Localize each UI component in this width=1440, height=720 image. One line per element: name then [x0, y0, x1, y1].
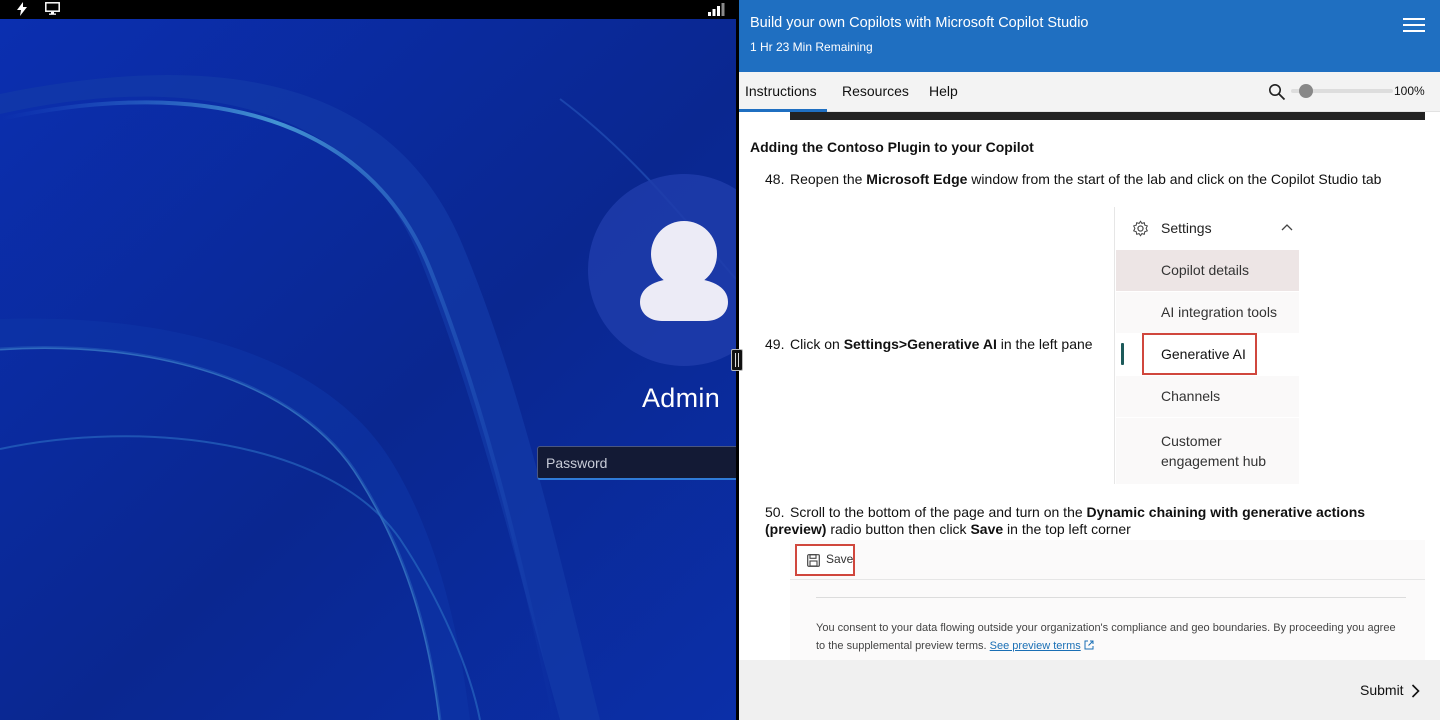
settings-panel-screenshot: Settings Copilot details AI integration …	[1114, 207, 1299, 484]
search-icon[interactable]	[1268, 83, 1286, 101]
step-50: 50. Scroll to the bottom of the page and …	[765, 504, 1366, 537]
settings-item-channels: Channels	[1116, 376, 1299, 417]
lab-title: Build your own Copilots with Microsoft C…	[750, 15, 1089, 31]
chevron-up-icon	[1281, 224, 1293, 231]
instructions-content[interactable]: Adding the Contoso Plugin to your Copilo…	[739, 112, 1440, 660]
divider	[790, 579, 1425, 580]
highlight-box	[1142, 333, 1257, 375]
hamburger-menu-icon[interactable]	[1403, 18, 1425, 36]
step-48: 48. Reopen the Microsoft Edge window from…	[765, 171, 1382, 187]
splitter-handle[interactable]	[731, 349, 743, 371]
lab-header: Build your own Copilots with Microsoft C…	[739, 0, 1440, 72]
settings-header: Settings	[1161, 220, 1212, 236]
divider	[816, 597, 1406, 598]
submit-button[interactable]: Submit	[1360, 682, 1404, 698]
monitor-icon[interactable]	[45, 2, 60, 15]
step-49: 49. Click on Settings>Generative AI in th…	[765, 336, 1093, 352]
chevron-right-icon[interactable]	[1411, 684, 1420, 698]
selected-indicator	[1121, 343, 1124, 365]
settings-item-customer-engagement-hub: Customer engagement hub	[1116, 418, 1299, 484]
lab-footer: Submit	[739, 660, 1440, 720]
lock-screen-wallpaper	[0, 19, 736, 720]
power-icon[interactable]	[16, 2, 28, 16]
settings-item-copilot-details: Copilot details	[1116, 250, 1299, 291]
settings-item-ai-integration-tools: AI integration tools	[1116, 292, 1299, 333]
lab-instructions-pane: Build your own Copilots with Microsoft C…	[739, 0, 1440, 720]
remote-desktop-view[interactable]: Admin	[0, 0, 736, 720]
signal-icon	[708, 3, 725, 16]
save-button-screenshot: Save You consent to your data flowing ou…	[790, 540, 1425, 660]
save-label: Save	[826, 552, 854, 566]
preview-terms-link: See preview terms	[989, 640, 1081, 652]
user-icon	[640, 221, 728, 321]
highlight-box: Save	[795, 544, 855, 576]
username-label: Admin	[642, 383, 721, 413]
previous-screenshot-edge	[790, 112, 1425, 120]
tab-instructions[interactable]: Instructions	[739, 72, 827, 112]
tab-help[interactable]: Help	[929, 72, 958, 112]
zoom-value: 100%	[1394, 84, 1425, 98]
external-link-icon	[1084, 640, 1094, 650]
vm-status-bar	[0, 0, 736, 19]
time-remaining: 1 Hr 23 Min Remaining	[750, 40, 873, 54]
consent-text: You consent to your data flowing outside…	[816, 622, 1396, 652]
save-icon	[807, 554, 820, 567]
password-input[interactable]	[537, 446, 736, 480]
section-heading: Adding the Contoso Plugin to your Copilo…	[750, 139, 1034, 155]
tab-resources[interactable]: Resources	[842, 72, 909, 112]
user-avatar	[588, 174, 736, 366]
